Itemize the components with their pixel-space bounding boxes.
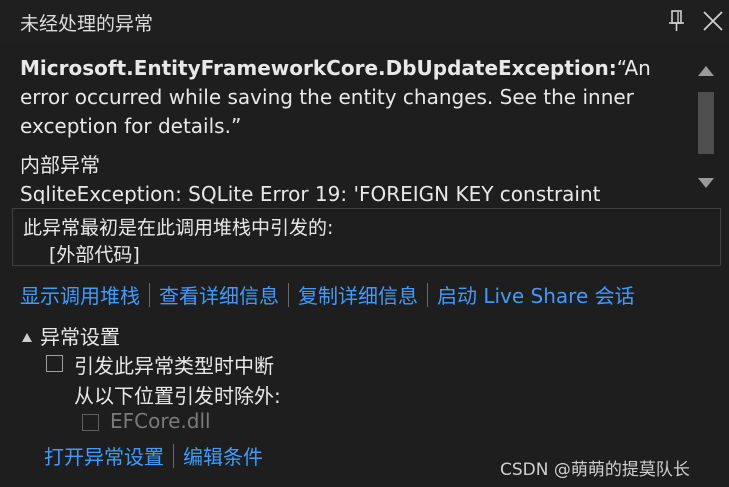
link-separator [173,444,174,468]
module-checkbox[interactable] [82,414,99,431]
call-stack-heading: 此异常最初是在此调用堆栈中引发的: [23,217,334,239]
exception-text-start: “An [616,56,651,80]
call-stack-box: 此异常最初是在此调用堆栈中引发的: [外部代码] [12,208,721,266]
pin-icon-graphic [669,10,684,31]
settings-links: 打开异常设置 编辑条件 [44,441,263,470]
live-share-link[interactable]: 启动 Live Share 会话 [437,284,635,308]
message-scrollbar[interactable] [692,60,720,196]
break-on-exception-checkbox[interactable] [46,355,63,372]
view-details-link[interactable]: 查看详细信息 [159,284,279,308]
title-bar: 未经处理的异常 [0,0,729,44]
exception-settings-header[interactable]: 异常设置 [22,321,120,350]
watermark: CSDN @萌萌的提莫队长 [500,460,690,480]
exception-type: Microsoft.EntityFrameworkCore.DbUpdateEx… [20,56,617,80]
scroll-down-icon[interactable] [698,178,714,188]
exception-settings-heading: 异常设置 [40,325,120,349]
link-separator [149,283,150,307]
open-exception-settings-link[interactable]: 打开异常设置 [44,445,164,469]
copy-details-link[interactable]: 复制详细信息 [298,284,418,308]
scroll-thumb[interactable] [698,92,714,154]
exception-message: Microsoft.EntityFrameworkCore.DbUpdateEx… [20,54,680,204]
inner-exception-heading: 内部异常 [20,153,100,177]
collapse-triangle-icon[interactable] [22,333,32,342]
call-stack-frame[interactable]: [外部代码] [49,240,140,267]
close-icon-graphic [703,11,723,31]
close-icon[interactable] [700,8,726,34]
exception-line-2: error occurred while saving the entity c… [20,85,634,109]
edit-conditions-link[interactable]: 编辑条件 [183,445,263,469]
pin-icon[interactable] [664,8,690,34]
except-when-thrown-label: 从以下位置引发时除外: [74,384,281,408]
scroll-up-icon[interactable] [698,66,714,76]
module-label: EFCore.dll [110,409,211,433]
exception-line-1: Microsoft.EntityFrameworkCore.DbUpdateEx… [20,54,680,83]
inner-exception-text: SqliteException: SQLite Error 19: 'FOREI… [20,182,601,204]
window-title: 未经处理的异常 [20,13,154,35]
link-separator [427,283,428,307]
exception-line-3: exception for details.” [20,114,242,138]
show-call-stack-link[interactable]: 显示调用堆栈 [20,284,140,308]
link-separator [288,283,289,307]
break-on-exception-label[interactable]: 引发此异常类型时中断 [74,350,274,379]
action-links: 显示调用堆栈 查看详细信息 复制详细信息 启动 Live Share 会话 [20,280,635,310]
